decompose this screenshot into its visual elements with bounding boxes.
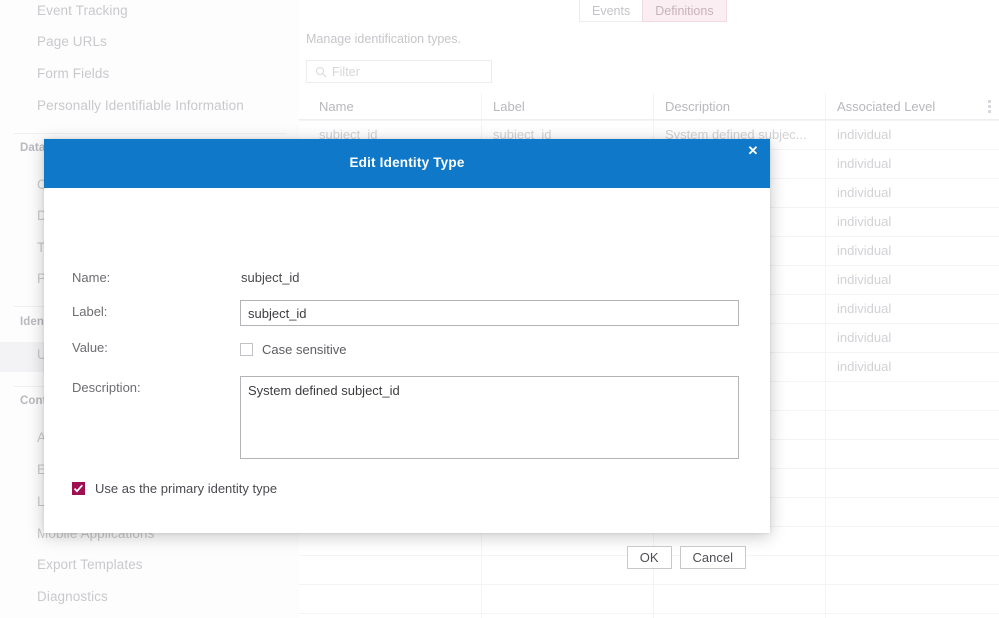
table-column-divider — [825, 93, 826, 618]
close-icon[interactable]: ✕ — [744, 142, 762, 160]
filter-placeholder: Filter — [332, 65, 360, 79]
sidebar-item-form-fields[interactable]: Form Fields — [37, 66, 109, 81]
label-input[interactable] — [240, 300, 739, 326]
table-cell[interactable]: individual — [837, 272, 891, 287]
search-icon — [316, 67, 327, 78]
sidebar-section-iden: Iden — [20, 316, 45, 328]
kebab-menu-icon[interactable] — [988, 100, 991, 113]
edit-identity-type-dialog: Edit Identity Type ✕ Name: subject_id La… — [44, 139, 770, 569]
primary-identity-checkbox[interactable] — [72, 482, 85, 495]
description-textarea[interactable] — [240, 376, 739, 459]
sidebar-item-diagnostics[interactable]: Diagnostics — [37, 589, 108, 604]
sidebar-item-page-urls[interactable]: Page URLs — [37, 34, 107, 49]
label-field-label: Label: — [72, 304, 108, 319]
check-icon — [73, 484, 83, 493]
table-cell[interactable]: individual — [837, 127, 891, 142]
dialog-button-row: OK Cancel — [626, 546, 746, 569]
sidebar-item-export-templates[interactable]: Export Templates — [37, 557, 143, 572]
table-row-divider — [299, 584, 999, 585]
page-subtitle: Manage identification types. — [306, 32, 461, 46]
dialog-body: Name: subject_id Label: Value: Case sens… — [44, 188, 770, 569]
name-field-value: subject_id — [241, 270, 300, 285]
case-sensitive-checkbox[interactable] — [240, 343, 253, 356]
table-cell[interactable]: individual — [837, 214, 891, 229]
column-header-name[interactable]: Name — [319, 99, 354, 114]
name-field-label: Name: — [72, 270, 111, 285]
filter-input-wrapper[interactable]: Filter — [306, 60, 492, 83]
dialog-title: Edit Identity Type — [349, 155, 465, 170]
primary-identity-label: Use as the primary identity type — [95, 481, 278, 496]
table-cell[interactable]: individual — [837, 243, 891, 258]
application-window: Event Tracking Page URLs Form Fields Person… — [0, 0, 999, 618]
ok-button[interactable]: OK — [626, 546, 672, 569]
table-cell[interactable]: individual — [837, 330, 891, 345]
value-field-label: Value: — [72, 340, 108, 355]
table-cell[interactable]: individual — [837, 359, 891, 374]
sidebar-section-cont: Cont — [20, 395, 47, 407]
table-cell[interactable]: individual — [837, 156, 891, 171]
column-header-label[interactable]: Label — [493, 99, 525, 114]
sidebar-item-event-tracking[interactable]: Event Tracking — [37, 3, 128, 18]
sidebar-item-personally-identifiable-information[interactable]: Personally Identifiable Information — [37, 98, 244, 113]
table-header-row: Name Label Description Associated Level — [299, 93, 999, 120]
tab-events[interactable]: Events — [579, 0, 644, 22]
tab-definitions[interactable]: Definitions — [642, 0, 727, 22]
table-cell[interactable]: individual — [837, 185, 891, 200]
description-field-label: Description: — [72, 380, 141, 395]
case-sensitive-label: Case sensitive — [262, 342, 347, 357]
table-row-divider — [299, 120, 999, 121]
primary-identity-row: Use as the primary identity type — [72, 481, 277, 496]
case-sensitive-row: Case sensitive — [240, 342, 347, 357]
column-header-associated-level[interactable]: Associated Level — [837, 99, 935, 114]
cancel-button[interactable]: Cancel — [679, 546, 746, 569]
sidebar-section-data: Data — [20, 142, 46, 154]
table-cell[interactable]: individual — [837, 301, 891, 316]
table-row-divider — [299, 613, 999, 614]
column-header-description[interactable]: Description — [665, 99, 730, 114]
tab-bar: Events Definitions — [579, 0, 727, 23]
dialog-title-bar: Edit Identity Type ✕ — [44, 139, 770, 188]
sidebar-divider — [14, 133, 286, 134]
